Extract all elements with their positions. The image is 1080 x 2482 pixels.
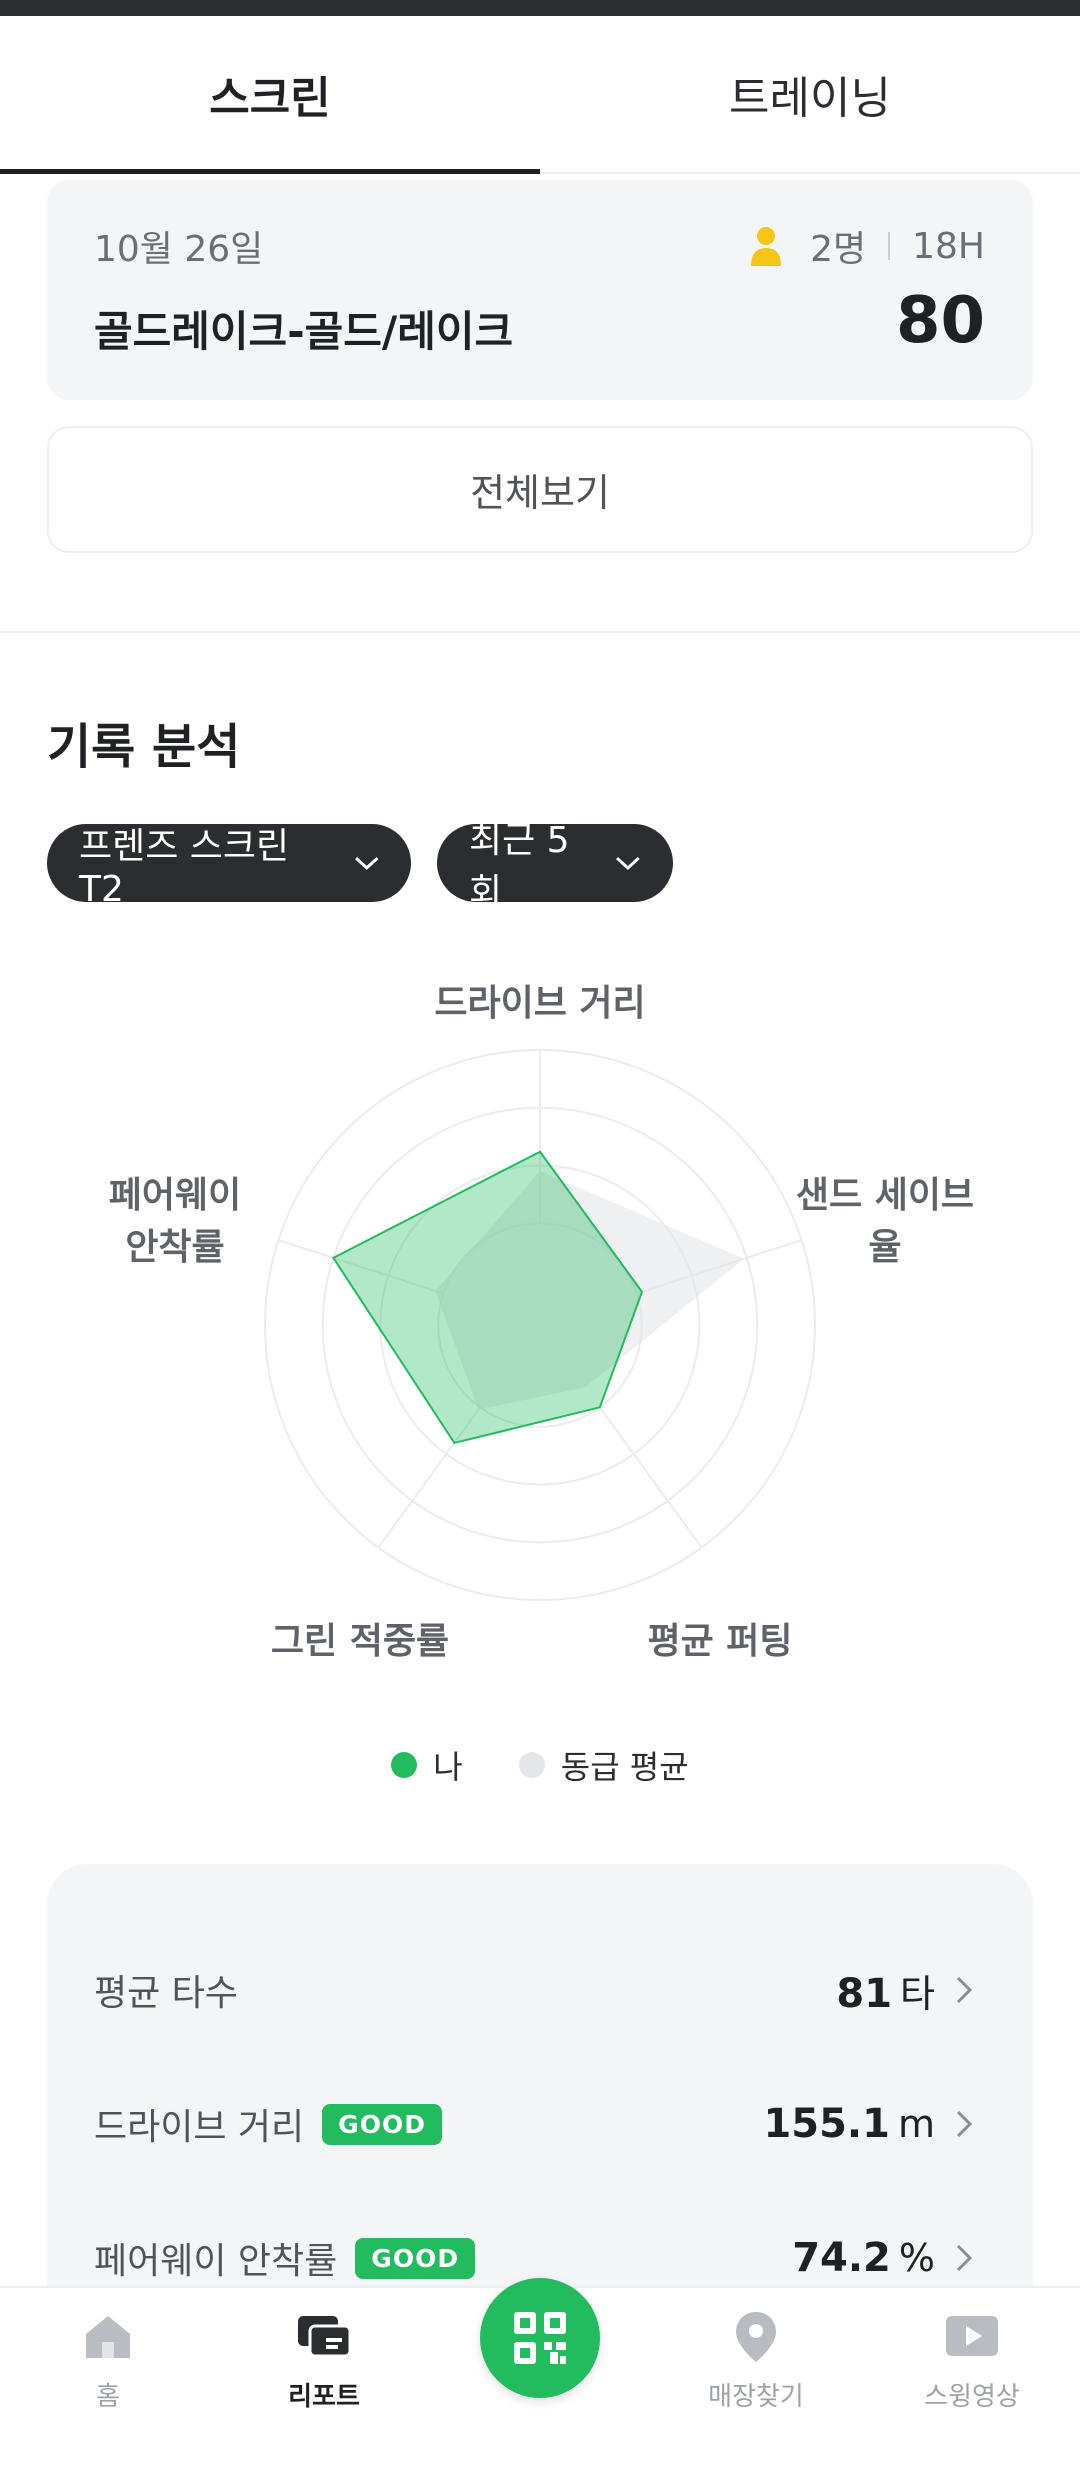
chevron-right-icon — [956, 1976, 973, 2004]
stat-value: 155.1 m — [763, 2101, 973, 2147]
top-tabs: 스크린 트레이닝 — [0, 16, 1080, 174]
view-all-button[interactable]: 전체보기 — [47, 426, 1033, 553]
qr-scan-button[interactable] — [480, 2278, 600, 2398]
stat-label-text: 드라이브 거리 — [94, 2107, 305, 2148]
period-filter-dropdown[interactable]: 최근 5회 — [437, 820, 673, 913]
good-badge: GOOD — [322, 2103, 442, 2145]
nav-label: 매장찾기 — [708, 2382, 804, 2412]
chevron-right-icon — [956, 2244, 973, 2272]
radar-spoke-3 — [598, 1406, 703, 1549]
play-video-icon — [946, 2316, 998, 2356]
legend-label-avg: 동급 평균 — [560, 1748, 689, 1786]
axis-label-drive-distance: 드라이브 거리 — [434, 983, 646, 1024]
legend-item-avg: 동급 평균 — [518, 1742, 689, 1788]
good-badge: GOOD — [355, 2237, 476, 2279]
nav-label: 홈 — [96, 2382, 120, 2412]
store-filter-label: 프렌즈 스크린 T2 — [79, 825, 290, 910]
round-date: 10월 26일 — [94, 229, 264, 270]
stat-unit: 타 — [900, 1971, 935, 2016]
chart-legend: 나 동급 평균 — [0, 1740, 1080, 1790]
legend-dot-me — [391, 1752, 418, 1778]
period-filter-label: 최근 5회 — [469, 820, 570, 913]
stat-row-avg-strokes[interactable]: 평균 타수 81 타 — [47, 1945, 1033, 2035]
radar-chart: 드라이브 거리 샌드 세이브율 평균 퍼팅 그린 적중률 페어웨이 안착률 — [0, 940, 1080, 1700]
person-icon — [751, 227, 782, 266]
player-count: 2명 — [810, 229, 867, 270]
home-icon — [86, 2316, 130, 2358]
radar-chart-svg — [264, 1049, 816, 1601]
legend-item-me: 나 — [391, 1742, 463, 1788]
axis-label-fairway-hit: 페어웨이 안착률 — [108, 1175, 242, 1269]
nav-swing-video[interactable]: 스윙영상 — [892, 2308, 1052, 2428]
stat-unit: % — [898, 2236, 935, 2280]
nav-label: 리포트 — [288, 2382, 360, 2412]
stat-unit: m — [897, 2102, 935, 2146]
stat-label-text: 페어웨이 안착률 — [94, 2241, 338, 2282]
qr-code-icon — [514, 2312, 566, 2364]
section-divider — [0, 631, 1080, 633]
legend-label-me: 나 — [433, 1748, 463, 1786]
stat-label: 평균 타수 — [94, 1964, 238, 2016]
legend-dot-avg — [518, 1752, 545, 1778]
report-icon — [298, 2316, 352, 2358]
nav-report[interactable]: 리포트 — [244, 2308, 404, 2428]
tab-training[interactable]: 트레이닝 — [540, 16, 1080, 172]
stat-number: 74.2 — [792, 2235, 891, 2281]
store-filter-dropdown[interactable]: 프렌즈 스크린 T2 — [47, 824, 411, 910]
stat-value: 74.2 % — [792, 2235, 973, 2281]
chevron-down-icon — [354, 857, 379, 870]
location-pin-icon — [736, 2312, 776, 2362]
axis-label-green-hit: 그린 적중률 — [270, 1621, 450, 1662]
stat-row-drive-distance[interactable]: 드라이브 거리 GOOD 155.1 m — [47, 2079, 1033, 2169]
nav-home[interactable]: 홈 — [28, 2308, 188, 2428]
round-score: 80 — [895, 284, 985, 358]
stat-label-text: 평균 타수 — [94, 1973, 238, 2014]
analysis-title: 기록 분석 — [47, 719, 241, 775]
meta-divider — [888, 232, 891, 260]
axis-label-avg-putting: 평균 퍼팅 — [647, 1621, 793, 1662]
stat-label: 드라이브 거리 GOOD — [94, 2098, 442, 2150]
tab-screen[interactable]: 스크린 — [0, 16, 540, 174]
bottom-navigation: 홈 리포트 매장찾기 스윙영상 — [0, 2278, 1080, 2482]
nav-store-finder[interactable]: 매장찾기 — [676, 2308, 836, 2428]
course-name: 골드레이크-골드/레이크 — [94, 307, 514, 356]
status-bar — [0, 0, 1080, 16]
stat-number: 155.1 — [763, 2101, 890, 2147]
stat-number: 81 — [836, 1970, 893, 2017]
nav-label: 스윙영상 — [924, 2382, 1020, 2412]
stat-label: 페어웨이 안착률 GOOD — [94, 2232, 476, 2284]
chevron-down-icon — [616, 856, 641, 870]
axis-label-sand-save: 샌드 세이브율 — [795, 1175, 975, 1269]
stat-value: 81 타 — [836, 1963, 973, 2018]
round-card[interactable]: 10월 26일 2명 18H 골드레이크-골드/레이크 80 — [47, 180, 1033, 400]
chevron-right-icon — [956, 2110, 973, 2138]
hole-count: 18H — [912, 225, 985, 267]
round-meta: 2명 18H — [750, 220, 985, 272]
